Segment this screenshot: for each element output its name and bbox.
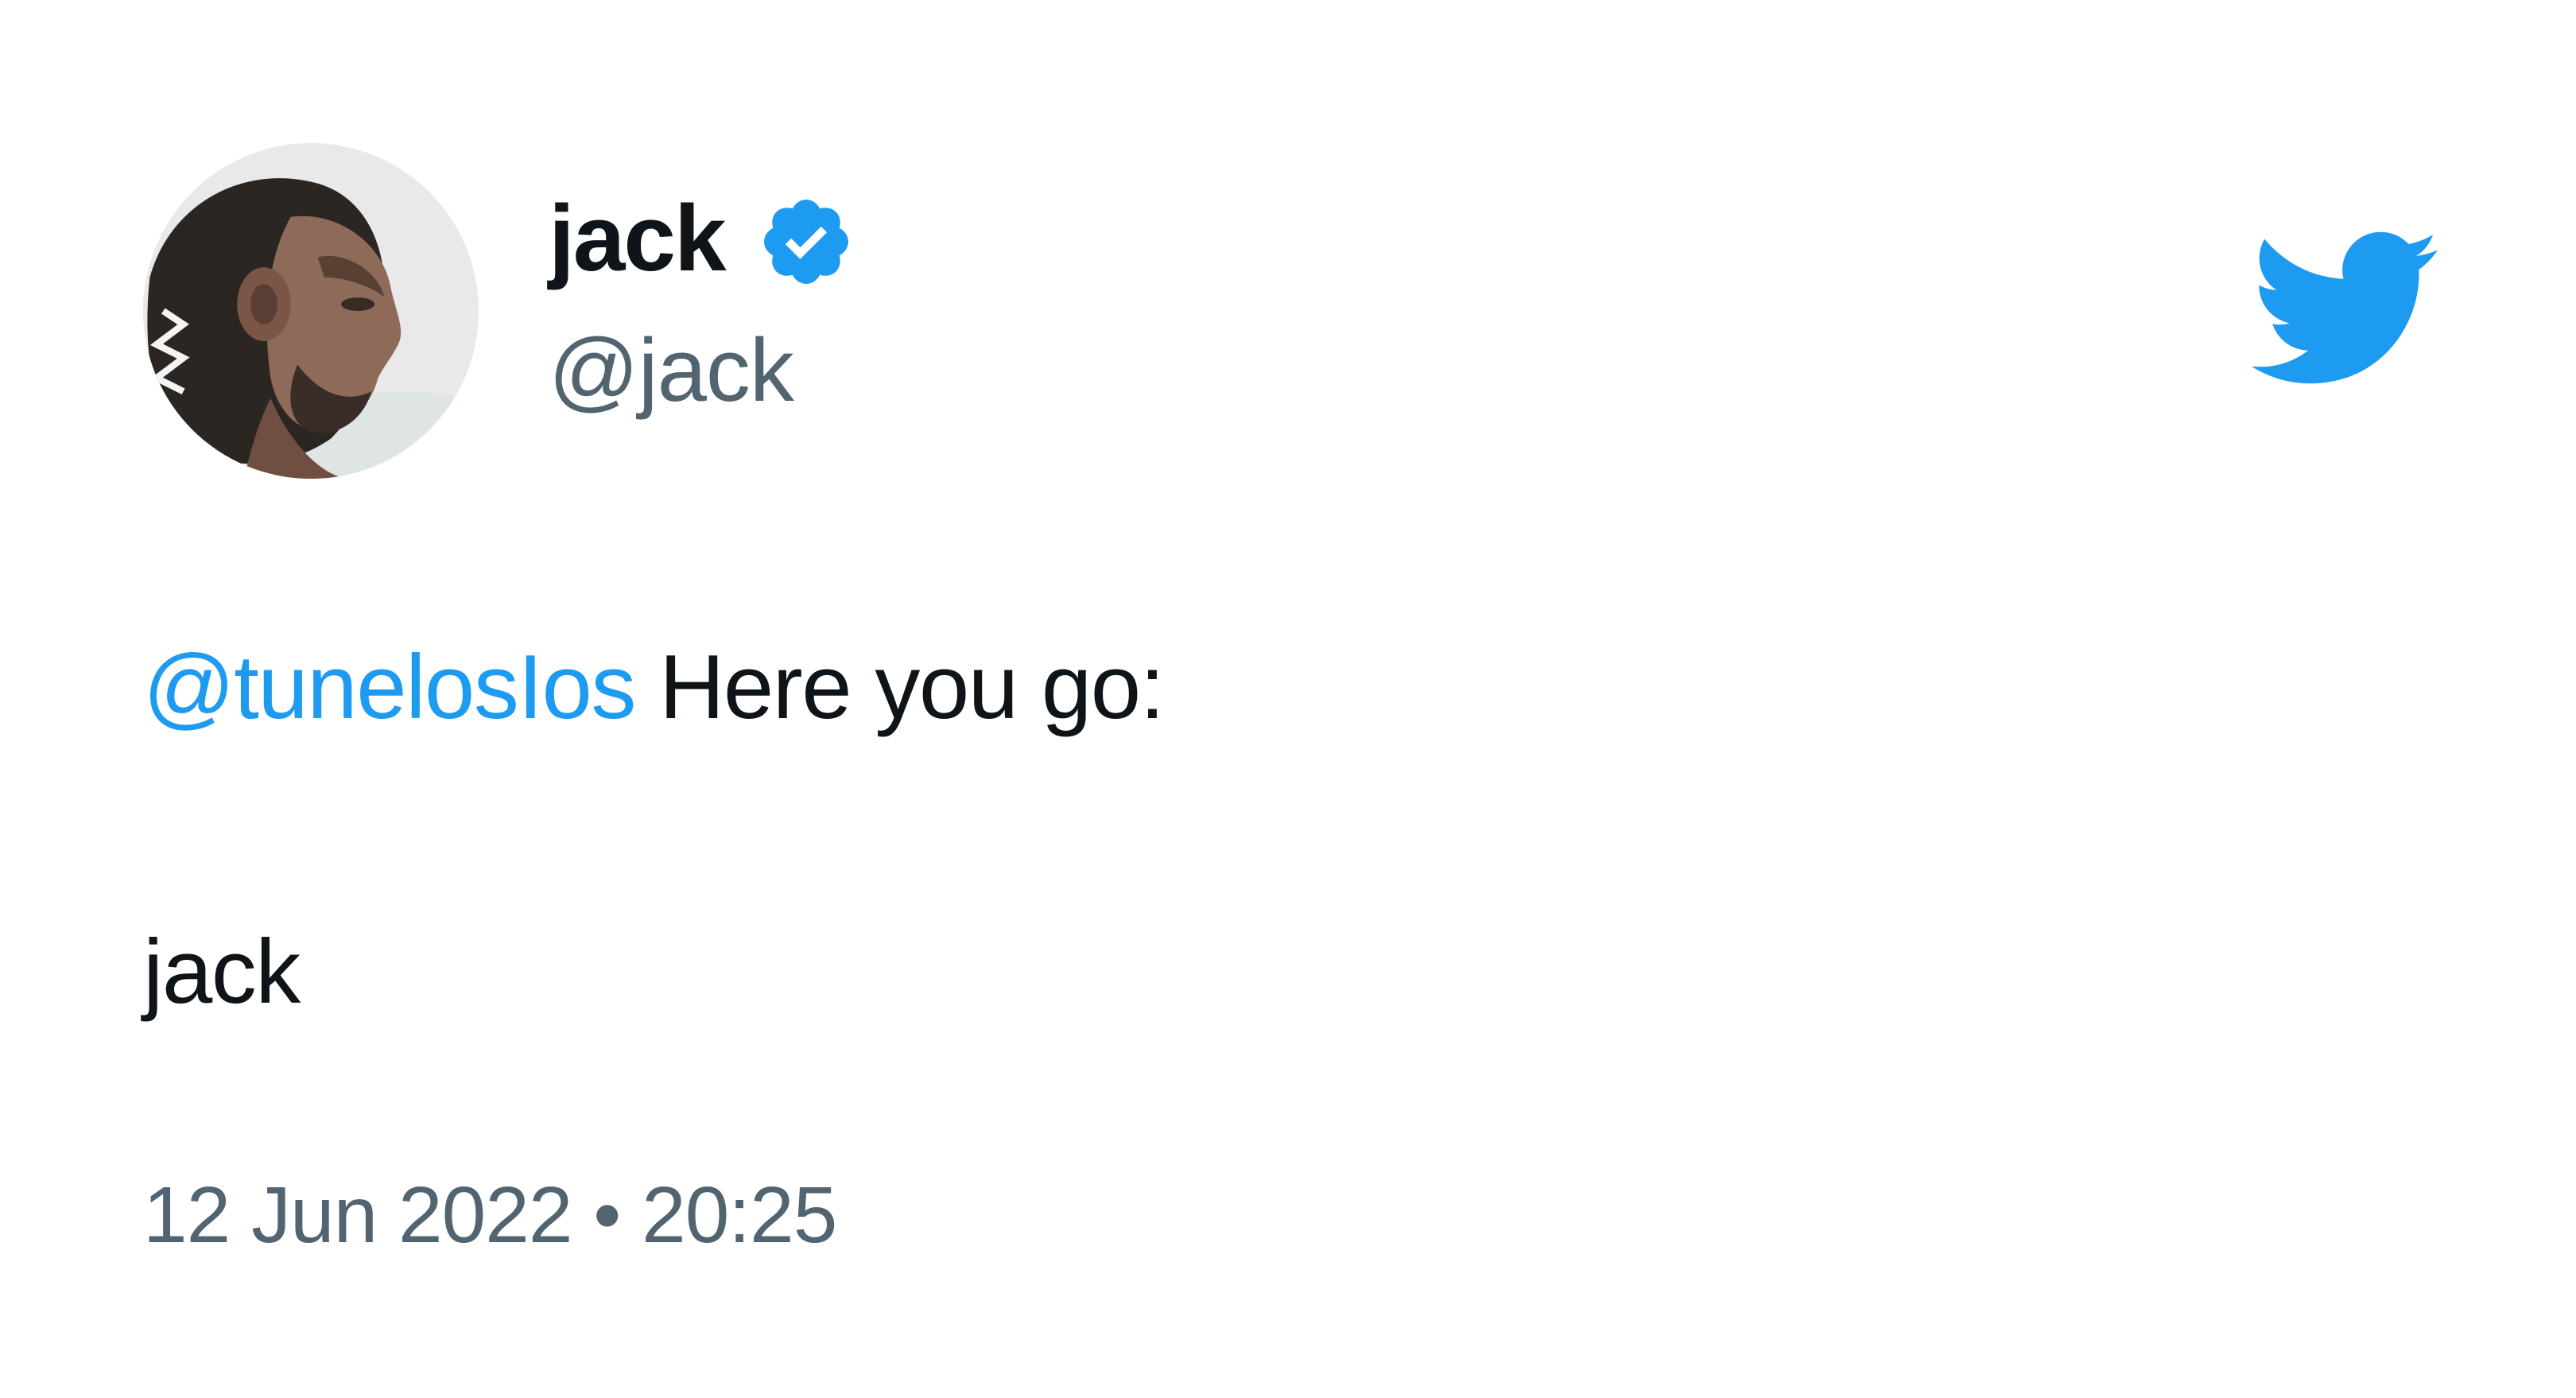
- tweet-date: 12 Jun 2022: [143, 1171, 572, 1260]
- tweet-text-line-1: @tunelosIos Here you go:: [143, 643, 1165, 733]
- tweet-text-line-2: jack: [143, 922, 301, 1023]
- author-name-row: jack: [549, 187, 855, 290]
- avatar-image: [143, 143, 479, 479]
- verified-badge-icon: [757, 192, 855, 291]
- tweet-time: 20:25: [642, 1171, 837, 1260]
- author-handle[interactable]: @jack: [549, 326, 794, 415]
- tweet-card: jack @jack @tunelosIos Here you go: jack…: [0, 0, 2576, 1398]
- timestamp-separator: •: [572, 1171, 642, 1260]
- tweet-timestamp[interactable]: 12 Jun 2022 • 20:25: [143, 1175, 837, 1255]
- display-name[interactable]: jack: [549, 192, 727, 285]
- tweet-text: Here you go:: [634, 637, 1165, 738]
- mention-link[interactable]: @tunelosIos: [143, 637, 636, 738]
- avatar[interactable]: [143, 143, 479, 479]
- twitter-bird-icon[interactable]: [2252, 231, 2441, 390]
